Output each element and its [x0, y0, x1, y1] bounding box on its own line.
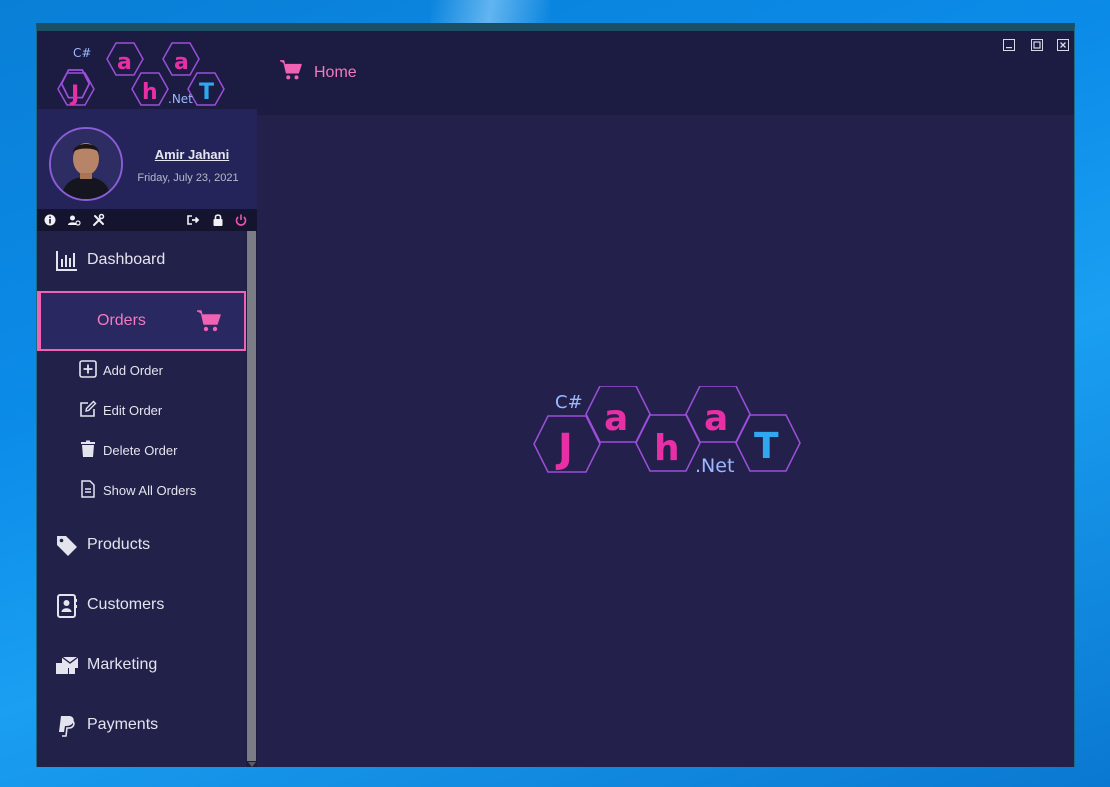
- logo-large-t-text: T: [754, 426, 779, 467]
- submenu-label-show-all-orders: Show All Orders: [103, 483, 197, 498]
- menu-label-products: Products: [87, 536, 151, 553]
- user-name[interactable]: Amir Jahani: [137, 147, 247, 162]
- plus-square-icon: [79, 360, 97, 378]
- menu-item-dashboard[interactable]: Dashboard: [37, 231, 246, 291]
- close-icon[interactable]: [1057, 39, 1069, 51]
- app-window: C# J a h a T .Net Amir Jahani Friday, Ju…: [36, 23, 1075, 767]
- scrollbar-thumb[interactable]: [247, 231, 256, 761]
- tools-icon[interactable]: [92, 213, 106, 227]
- power-icon[interactable]: [234, 213, 248, 227]
- menu-item-payments[interactable]: Payments: [37, 696, 246, 756]
- trash-icon: [81, 440, 95, 457]
- logo-csharp-text: C#: [73, 46, 91, 60]
- submenu-label-edit-order: Edit Order: [103, 403, 163, 418]
- submenu-add-order[interactable]: Add Order: [77, 351, 237, 391]
- menu-label-customers: Customers: [87, 596, 165, 613]
- logo-large-csharp-text: C#: [555, 392, 583, 413]
- menu-label-payments: Payments: [87, 716, 159, 733]
- edit-icon: [80, 400, 97, 417]
- logo-large-j-text: J: [555, 426, 573, 472]
- scroll-down-arrow[interactable]: [248, 762, 256, 767]
- logo-a2-text: a: [174, 50, 189, 75]
- logo-net-text: .Net: [168, 92, 193, 106]
- jahat-logo-small: C# J a h a T .Net: [57, 42, 225, 107]
- paypal-icon: [59, 716, 75, 737]
- submenu-show-all-orders[interactable]: Show All Orders: [77, 471, 237, 511]
- sidebar-scrollbar[interactable]: [246, 231, 257, 767]
- page-title: Home: [314, 64, 357, 81]
- logo-large-net-text: .Net: [695, 455, 734, 477]
- main-content: C# J a h a T .Net: [257, 115, 1074, 767]
- menu-label-marketing: Marketing: [87, 656, 158, 673]
- avatar[interactable]: [49, 127, 123, 201]
- mail-bulk-icon: [56, 656, 79, 674]
- logo-large-a1-text: a: [604, 398, 628, 439]
- document-icon: [81, 480, 95, 498]
- menu-item-products[interactable]: Products: [37, 516, 246, 576]
- lock-icon[interactable]: [211, 213, 225, 227]
- menu-item-customers[interactable]: Customers: [37, 576, 246, 636]
- jahat-logo-large: C# J a h a T .Net: [533, 386, 801, 477]
- menu-label-orders: Orders: [97, 312, 146, 329]
- desktop-highlight: [430, 0, 550, 24]
- maximize-icon[interactable]: [1031, 39, 1043, 51]
- user-settings-icon[interactable]: [67, 213, 81, 227]
- menu-item-marketing[interactable]: Marketing: [37, 636, 246, 696]
- sign-out-icon[interactable]: [186, 213, 200, 227]
- user-profile: Amir Jahani Friday, July 23, 2021: [37, 109, 257, 209]
- address-book-icon: [57, 594, 77, 618]
- submenu-label-add-order: Add Order: [103, 363, 163, 378]
- current-date: Friday, July 23, 2021: [137, 172, 239, 184]
- info-icon[interactable]: [43, 213, 57, 227]
- shopping-cart-icon: [197, 310, 221, 332]
- submenu-edit-order[interactable]: Edit Order: [77, 391, 237, 431]
- submenu-label-delete-order: Delete Order: [103, 443, 178, 458]
- profile-toolbar: [37, 209, 257, 231]
- submenu-delete-order[interactable]: Delete Order: [77, 431, 237, 471]
- logo-large-a2-text: a: [704, 398, 728, 439]
- user-photo-icon: [51, 129, 121, 199]
- menu-item-orders[interactable]: Orders: [37, 291, 246, 351]
- chart-bar-icon: [56, 251, 77, 271]
- top-header: Home: [257, 31, 1074, 115]
- logo-a1-text: a: [117, 50, 132, 75]
- menu-label-dashboard: Dashboard: [87, 251, 166, 268]
- sidebar: C# J a h a T .Net Amir Jahani Friday, Ju…: [37, 31, 257, 767]
- tag-icon: [57, 536, 77, 556]
- logo-t-text: T: [199, 80, 214, 105]
- nav-menu: Dashboard Orders Add Order Edit Order De…: [37, 231, 246, 767]
- minimize-icon[interactable]: [1003, 39, 1015, 51]
- logo-h-text: h: [142, 80, 158, 105]
- sidebar-logo: C# J a h a T .Net: [37, 31, 257, 109]
- logo-j-text: J: [69, 82, 79, 107]
- shopping-cart-icon: [280, 60, 302, 80]
- logo-large-h-text: h: [654, 428, 680, 469]
